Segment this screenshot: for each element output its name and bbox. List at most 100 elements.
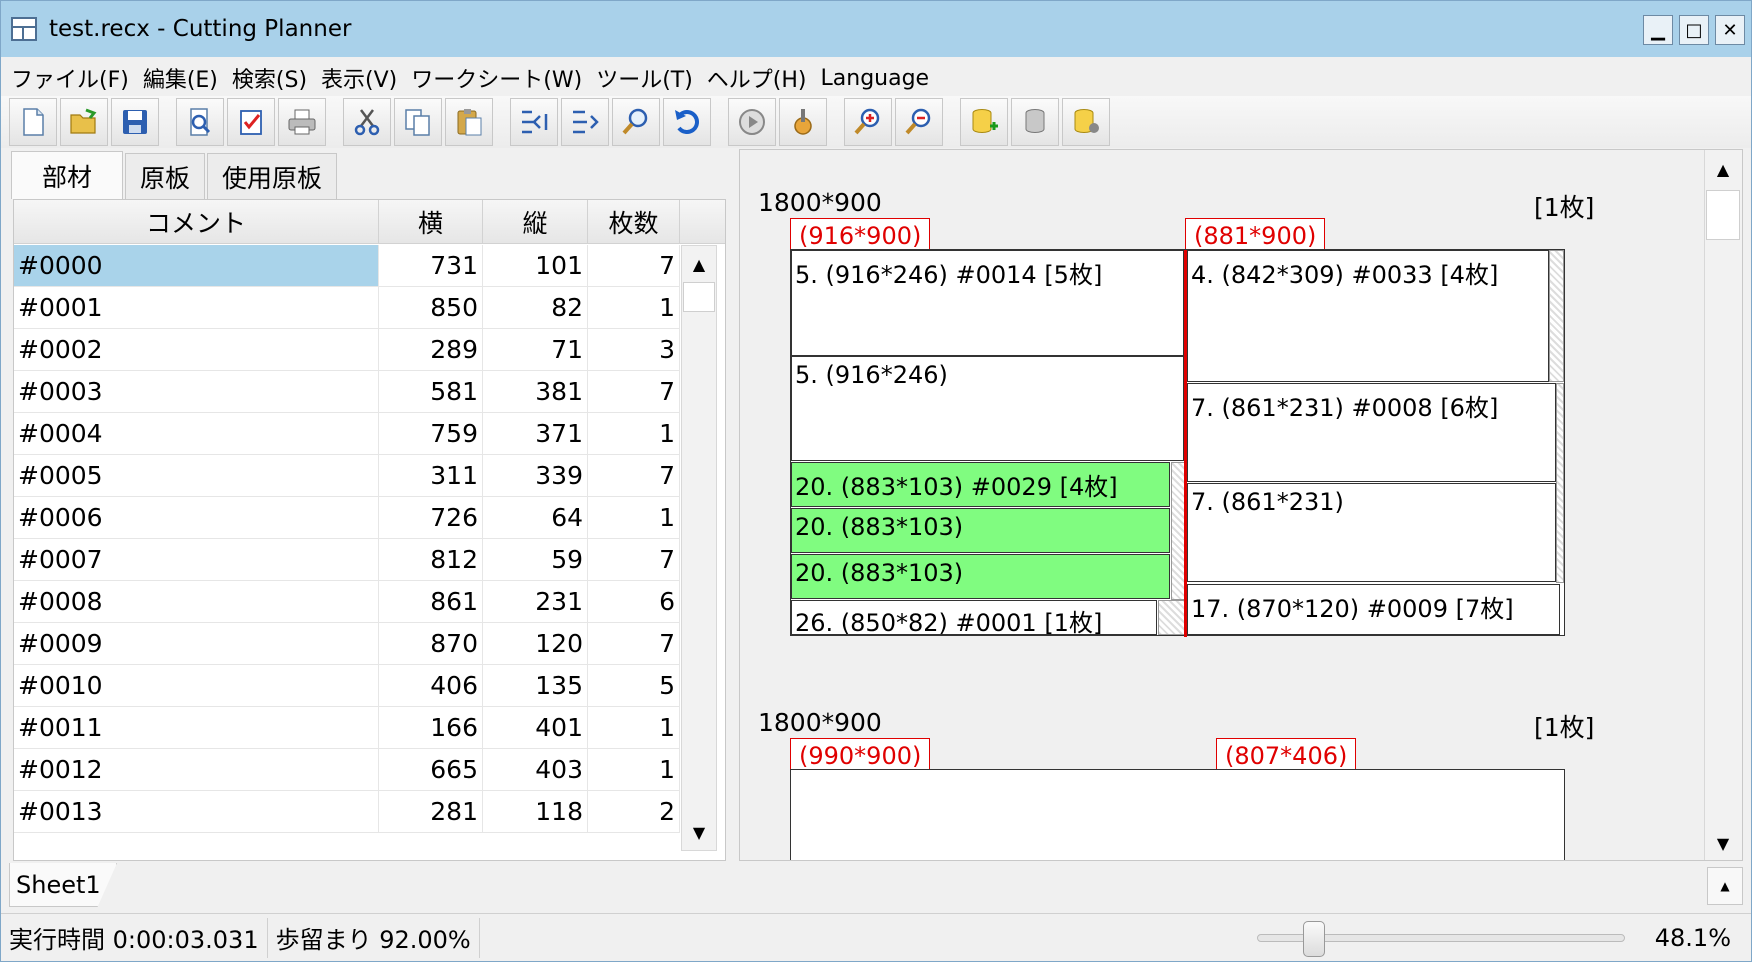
open-button[interactable] bbox=[60, 98, 108, 146]
sheet-scroll-icon[interactable]: ▲ bbox=[1707, 867, 1743, 905]
cell-height[interactable]: 71 bbox=[483, 329, 588, 370]
menu-tools[interactable]: ツール(T) bbox=[596, 62, 693, 94]
cell-height[interactable]: 118 bbox=[483, 791, 588, 832]
cell-height[interactable]: 101 bbox=[483, 245, 588, 286]
db-add-button[interactable] bbox=[960, 98, 1008, 146]
cut-piece-highlighted[interactable]: 20. (883*103) bbox=[791, 554, 1170, 599]
cell-quantity[interactable]: 2 bbox=[588, 791, 680, 832]
undo-button[interactable] bbox=[663, 98, 711, 146]
cell-height[interactable]: 339 bbox=[483, 455, 588, 496]
cell-comment[interactable]: #0012 bbox=[14, 749, 379, 790]
grid-scrollbar[interactable]: ▲ ▼ bbox=[681, 245, 717, 851]
layout-scrollbar[interactable]: ▲ ▼ bbox=[1704, 150, 1742, 860]
scroll-thumb[interactable] bbox=[683, 282, 715, 312]
cell-comment[interactable]: #0000 bbox=[14, 245, 379, 286]
scroll-down-icon[interactable]: ▼ bbox=[1705, 824, 1741, 860]
cell-width[interactable]: 665 bbox=[379, 749, 483, 790]
cut-piece-highlighted[interactable]: 20. (883*103) bbox=[791, 508, 1170, 553]
cell-quantity[interactable]: 7 bbox=[588, 245, 680, 286]
cell-quantity[interactable]: 1 bbox=[588, 497, 680, 538]
settings-button[interactable] bbox=[779, 98, 827, 146]
cell-quantity[interactable]: 1 bbox=[588, 707, 680, 748]
cell-quantity[interactable]: 7 bbox=[588, 539, 680, 580]
table-row[interactable]: #0006 726 64 1 bbox=[14, 497, 680, 539]
zoom-slider[interactable] bbox=[1256, 921, 1625, 957]
table-row[interactable]: #0003 581 381 7 bbox=[14, 371, 680, 413]
table-row[interactable]: #0009 870 120 7 bbox=[14, 623, 680, 665]
zoom-in-button[interactable] bbox=[844, 98, 892, 146]
cell-comment[interactable]: #0003 bbox=[14, 371, 379, 412]
menu-view[interactable]: 表示(V) bbox=[321, 62, 397, 94]
sheet-tab[interactable]: Sheet1 bbox=[9, 863, 117, 907]
cell-comment[interactable]: #0008 bbox=[14, 581, 379, 622]
cell-width[interactable]: 812 bbox=[379, 539, 483, 580]
cell-comment[interactable]: #0011 bbox=[14, 707, 379, 748]
cell-width[interactable]: 406 bbox=[379, 665, 483, 706]
cell-width[interactable]: 166 bbox=[379, 707, 483, 748]
cut-piece[interactable]: 7. (861*231) #0008 [6枚] bbox=[1187, 383, 1556, 482]
cell-width[interactable]: 759 bbox=[379, 413, 483, 454]
zoom-out-button[interactable] bbox=[895, 98, 943, 146]
minimize-button[interactable]: ▁ bbox=[1643, 15, 1673, 45]
cut-button[interactable] bbox=[343, 98, 391, 146]
run-button[interactable] bbox=[728, 98, 776, 146]
cell-height[interactable]: 82 bbox=[483, 287, 588, 328]
table-row[interactable]: #0001 850 82 1 bbox=[14, 287, 680, 329]
cell-height[interactable]: 59 bbox=[483, 539, 588, 580]
table-row[interactable]: #0004 759 371 1 bbox=[14, 413, 680, 455]
cell-height[interactable]: 135 bbox=[483, 665, 588, 706]
db-button[interactable] bbox=[1011, 98, 1059, 146]
table-row[interactable]: #0000 731 101 7 bbox=[14, 245, 680, 287]
cell-quantity[interactable]: 7 bbox=[588, 623, 680, 664]
db-settings-button[interactable] bbox=[1062, 98, 1110, 146]
check-button[interactable] bbox=[227, 98, 275, 146]
column-header-quantity[interactable]: 枚数 bbox=[588, 200, 680, 243]
paste-button[interactable] bbox=[445, 98, 493, 146]
cell-height[interactable]: 120 bbox=[483, 623, 588, 664]
cell-width[interactable]: 731 bbox=[379, 245, 483, 286]
menu-edit[interactable]: 編集(E) bbox=[143, 62, 218, 94]
scroll-thumb[interactable] bbox=[1706, 190, 1740, 240]
close-button[interactable]: ✕ bbox=[1715, 15, 1745, 45]
cut-piece[interactable]: 26. (850*82) #0001 [1枚] bbox=[791, 600, 1157, 635]
cell-quantity[interactable]: 1 bbox=[588, 413, 680, 454]
cell-quantity[interactable]: 7 bbox=[588, 455, 680, 496]
save-button[interactable] bbox=[111, 98, 159, 146]
cell-comment[interactable]: #0002 bbox=[14, 329, 379, 370]
cell-quantity[interactable]: 7 bbox=[588, 371, 680, 412]
table-row[interactable]: #0013 281 118 2 bbox=[14, 791, 680, 833]
insert-row-button[interactable] bbox=[510, 98, 558, 146]
append-row-button[interactable] bbox=[561, 98, 609, 146]
table-row[interactable]: #0005 311 339 7 bbox=[14, 455, 680, 497]
cell-height[interactable]: 403 bbox=[483, 749, 588, 790]
cut-piece[interactable]: 17. (870*120) #0009 [7枚] bbox=[1187, 584, 1560, 635]
cut-piece[interactable]: 7. (861*231) bbox=[1187, 483, 1556, 582]
copy-button[interactable] bbox=[394, 98, 442, 146]
scroll-down-icon[interactable]: ▼ bbox=[682, 814, 716, 850]
cell-quantity[interactable]: 1 bbox=[588, 749, 680, 790]
table-row[interactable]: #0011 166 401 1 bbox=[14, 707, 680, 749]
column-header-width[interactable]: 横 bbox=[379, 200, 483, 243]
cell-height[interactable]: 231 bbox=[483, 581, 588, 622]
cell-comment[interactable]: #0013 bbox=[14, 791, 379, 832]
scroll-up-icon[interactable]: ▲ bbox=[682, 246, 716, 282]
cell-height[interactable]: 64 bbox=[483, 497, 588, 538]
zoom-slider-thumb[interactable] bbox=[1302, 921, 1325, 957]
cell-comment[interactable]: #0010 bbox=[14, 665, 379, 706]
cell-width[interactable]: 861 bbox=[379, 581, 483, 622]
table-row[interactable]: #0008 861 231 6 bbox=[14, 581, 680, 623]
find-button[interactable] bbox=[612, 98, 660, 146]
cell-height[interactable]: 401 bbox=[483, 707, 588, 748]
cut-piece[interactable]: 5. (916*246) bbox=[791, 356, 1184, 461]
menu-worksheet[interactable]: ワークシート(W) bbox=[411, 62, 582, 94]
cell-comment[interactable]: #0005 bbox=[14, 455, 379, 496]
column-header-height[interactable]: 縦 bbox=[483, 200, 588, 243]
cell-comment[interactable]: #0009 bbox=[14, 623, 379, 664]
cell-height[interactable]: 371 bbox=[483, 413, 588, 454]
cell-comment[interactable]: #0001 bbox=[14, 287, 379, 328]
maximize-button[interactable]: □ bbox=[1679, 15, 1709, 45]
preview-button[interactable] bbox=[176, 98, 224, 146]
table-row[interactable]: #0002 289 71 3 bbox=[14, 329, 680, 371]
table-row[interactable]: #0010 406 135 5 bbox=[14, 665, 680, 707]
cell-width[interactable]: 870 bbox=[379, 623, 483, 664]
